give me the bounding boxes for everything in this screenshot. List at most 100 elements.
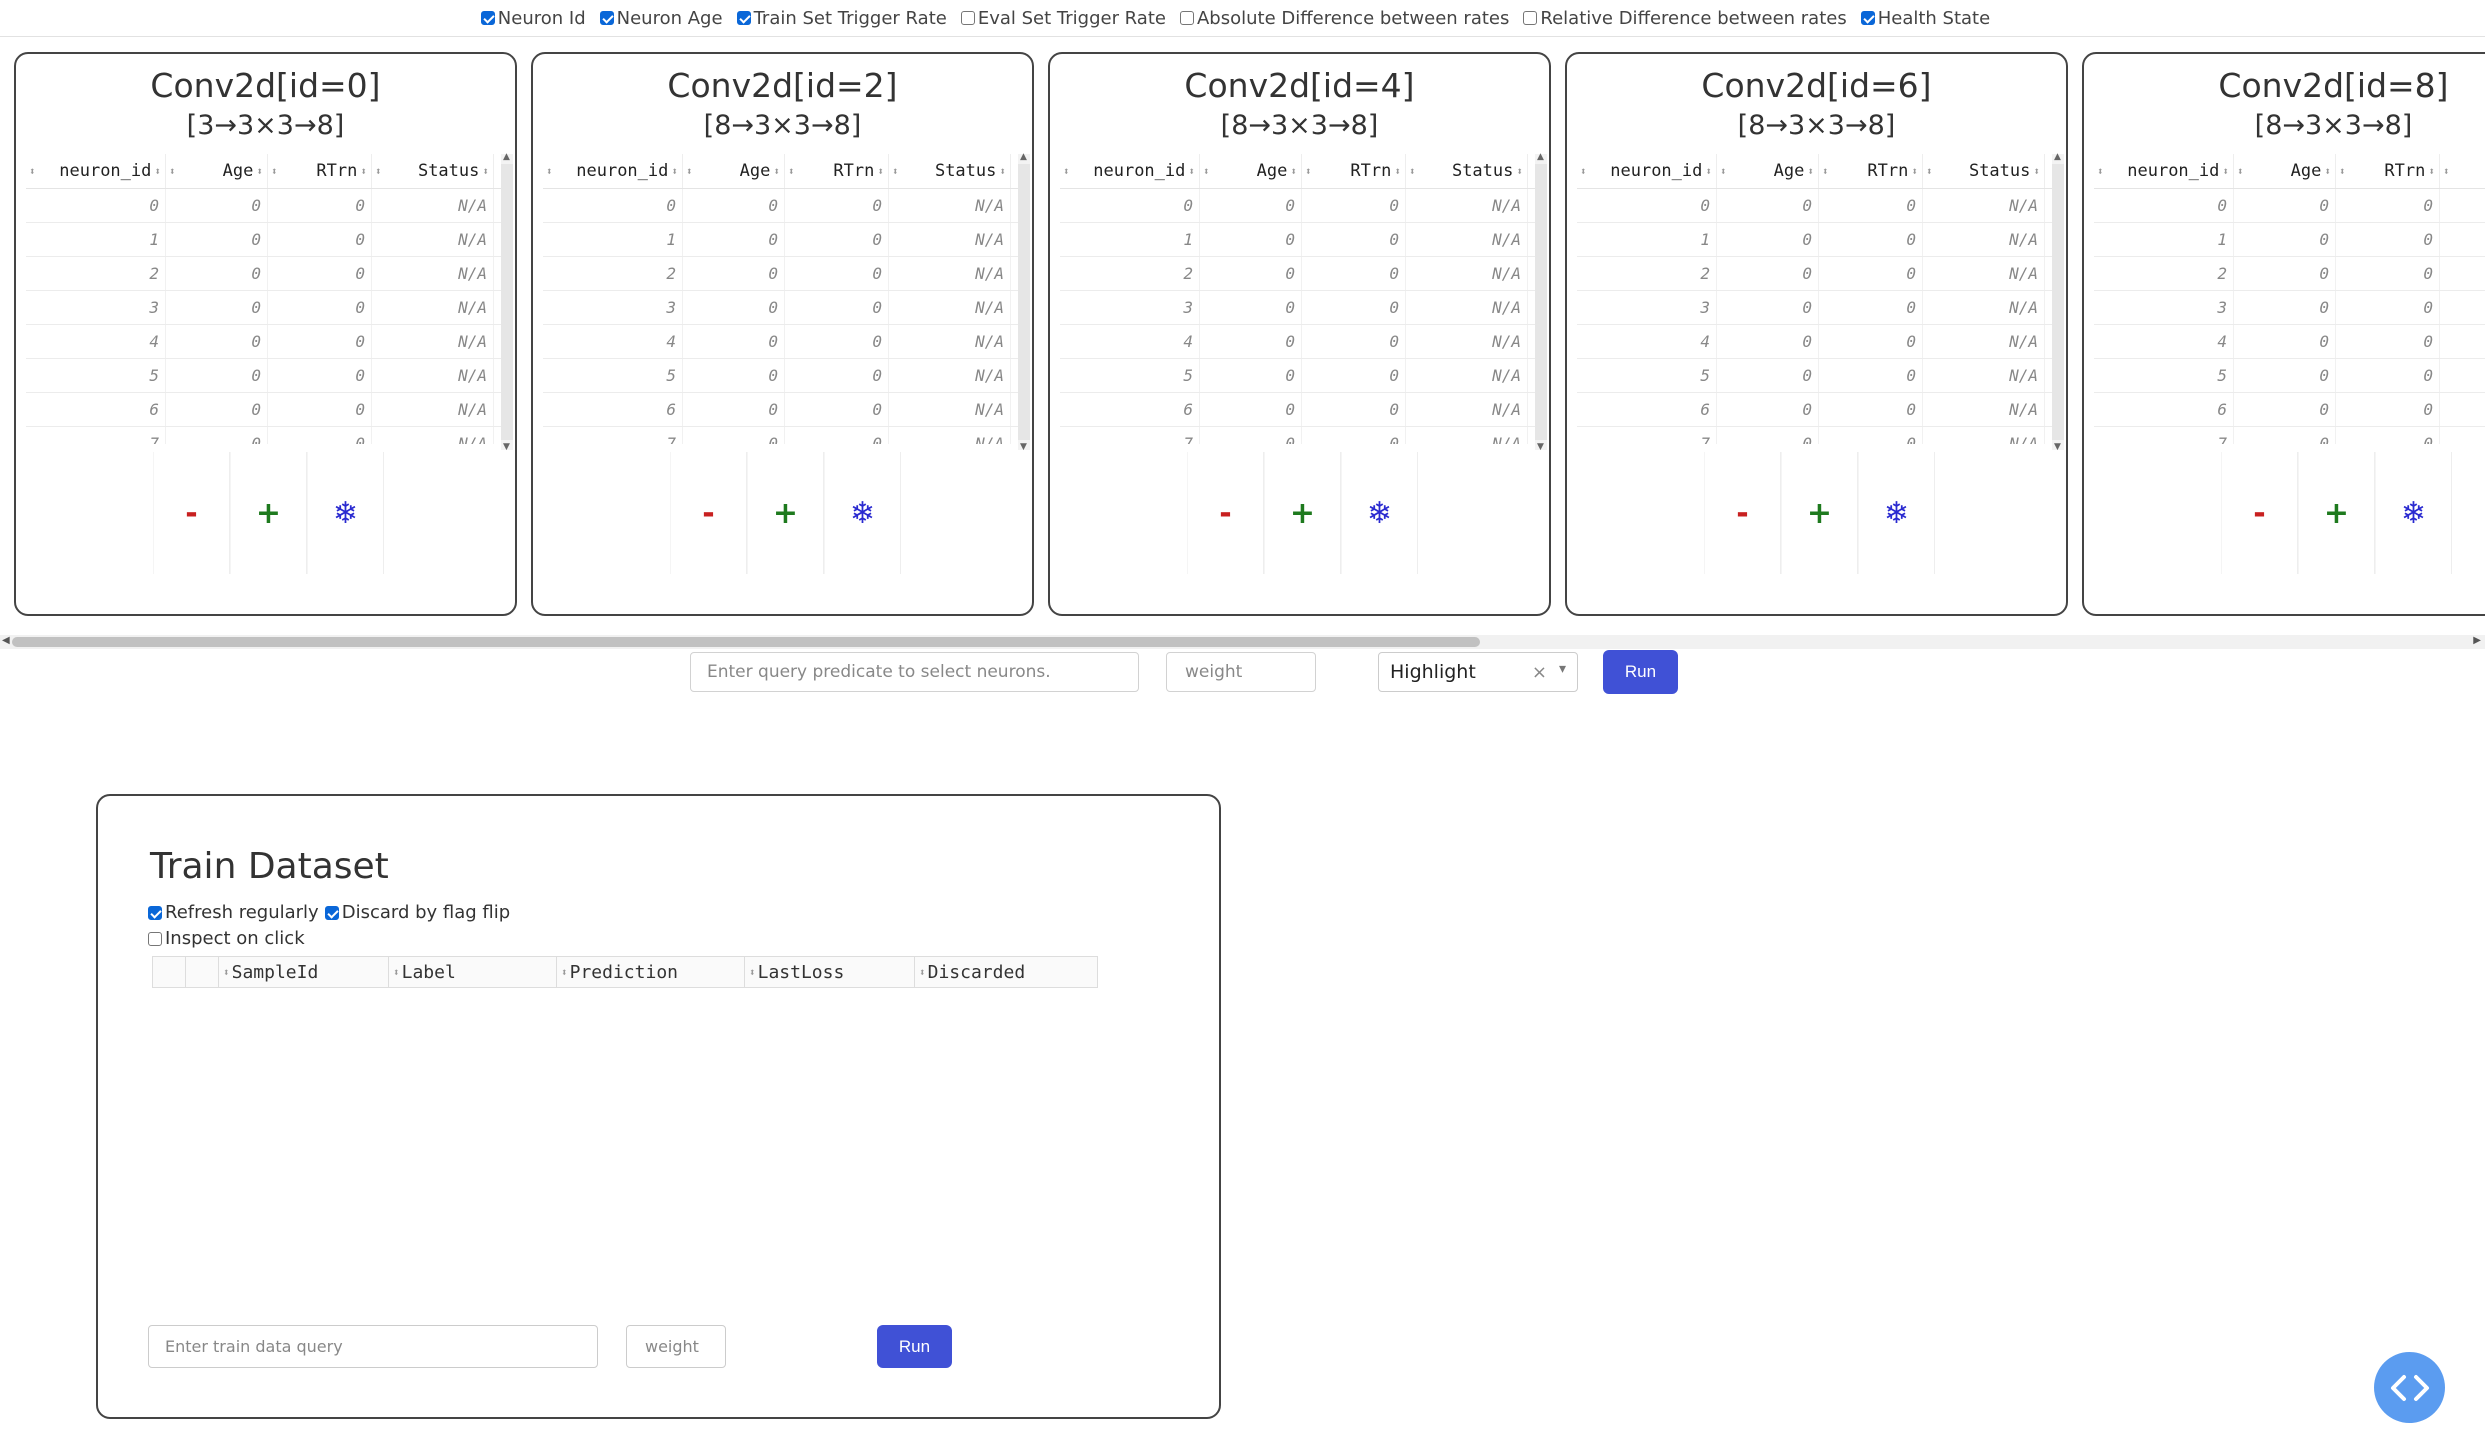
neuron-col-status[interactable]: ⬍Status⬍ [1923, 154, 2045, 188]
train-col-discarded[interactable]: ⬍ Discarded [915, 957, 1097, 987]
remove-neuron-button[interactable]: - [2221, 452, 2298, 574]
sort-icon[interactable]: ⬍ [2339, 165, 2346, 178]
freeze-icon[interactable]: ❄ [2375, 452, 2452, 574]
train-col-label[interactable]: ⬍ Label [389, 957, 557, 987]
neuron-col-rtrn[interactable]: ⬍ RTrn ⬍ [268, 154, 372, 188]
sort-icon[interactable]: ⬍ [223, 966, 230, 979]
table-row[interactable]: 600N/A [1577, 393, 2057, 427]
neuron-table-scrollbar[interactable]: ▲ ▼ [1018, 152, 1030, 452]
neuron-col-neuron-id[interactable]: ⬍ neuron_id ⬍ [1060, 154, 1200, 188]
sort-icon[interactable]: ⬍ [561, 966, 568, 979]
neuron-query-input[interactable] [690, 652, 1139, 692]
table-row[interactable]: 700N/A [543, 427, 1023, 444]
sort-icon[interactable]: ⬍ [2324, 166, 2331, 177]
table-row[interactable]: 000N/A [26, 189, 506, 223]
table-row[interactable]: 200N/A [543, 257, 1023, 291]
table-row[interactable]: 200N/A [1577, 257, 2057, 291]
scrollbar-thumb[interactable] [12, 637, 1480, 647]
scroll-down-arrow-icon[interactable]: ▼ [1537, 442, 1544, 452]
table-row[interactable]: 100N/A [1060, 223, 1540, 257]
table-row[interactable]: 400N/A [1060, 325, 1540, 359]
remove-neuron-button[interactable]: - [670, 452, 747, 574]
scroll-up-arrow-icon[interactable]: ▲ [2054, 152, 2061, 162]
table-row[interactable]: 700N/A [2094, 427, 2485, 444]
sort-icon[interactable]: ⬍ [1409, 165, 1416, 178]
toggle-eval-trigger-rate[interactable]: Eval Set Trigger Rate [960, 8, 1166, 29]
sort-icon[interactable]: ⬍ [1516, 166, 1523, 177]
remove-neuron-button[interactable]: - [1704, 452, 1781, 574]
train-table-select-col[interactable] [153, 957, 186, 987]
table-row[interactable]: 000N/A [2094, 189, 2485, 223]
neuron-col-age[interactable]: ⬍ Age ⬍ [1717, 154, 1819, 188]
sort-icon[interactable]: ⬍ [1926, 165, 1933, 178]
table-row[interactable]: 100N/A [2094, 223, 2485, 257]
sort-icon[interactable]: ⬍ [877, 166, 884, 177]
sort-icon[interactable]: ⬍ [2237, 165, 2244, 178]
sort-icon[interactable]: ⬍ [2428, 166, 2435, 177]
sort-icon[interactable]: ⬍ [1705, 166, 1712, 177]
table-row[interactable]: 400N/A [2094, 325, 2485, 359]
checkbox-abs-diff[interactable] [1179, 11, 1194, 25]
scroll-down-arrow-icon[interactable]: ▼ [503, 442, 510, 452]
table-row[interactable]: 300N/A [1577, 291, 2057, 325]
sort-icon[interactable]: ⬍ [2222, 166, 2229, 177]
table-row[interactable]: 000N/A [1060, 189, 1540, 223]
sort-icon[interactable]: ⬍ [29, 165, 36, 178]
discard-by-flag-flip-checkbox[interactable] [324, 905, 339, 920]
sort-icon[interactable]: ⬍ [1203, 165, 1210, 178]
table-row[interactable]: 600N/A [2094, 393, 2485, 427]
neuron-col-status[interactable]: ⬍Status⬍ [372, 154, 494, 188]
table-row[interactable]: 400N/A [26, 325, 506, 359]
sort-icon[interactable]: ⬍ [749, 966, 756, 979]
sort-icon[interactable]: ⬍ [2033, 166, 2040, 177]
freeze-icon[interactable]: ❄ [1858, 452, 1935, 574]
train-col-lastloss[interactable]: ⬍ LastLoss [745, 957, 915, 987]
toggle-health-state[interactable]: Health State [1860, 8, 1990, 29]
freeze-icon[interactable]: ❄ [307, 452, 384, 574]
table-row[interactable]: 000N/A [1577, 189, 2057, 223]
neuron-col-age[interactable]: ⬍ Age ⬍ [683, 154, 785, 188]
discard-by-flag-flip-toggle[interactable]: Discard by flag flip [324, 902, 510, 923]
checkbox-eval-trigger-rate[interactable] [960, 11, 975, 25]
table-row[interactable]: 500N/A [543, 359, 1023, 393]
toggle-neuron-id[interactable]: Neuron Id [480, 8, 586, 29]
sort-icon[interactable]: ⬍ [919, 966, 926, 979]
checkbox-train-trigger-rate[interactable] [736, 11, 751, 25]
sort-icon[interactable]: ⬍ [256, 166, 263, 177]
sort-icon[interactable]: ⬍ [1290, 166, 1297, 177]
sort-icon[interactable]: ⬍ [892, 165, 899, 178]
neuron-col-neuron-id[interactable]: ⬍ neuron_id ⬍ [543, 154, 683, 188]
sort-icon[interactable]: ⬍ [999, 166, 1006, 177]
neuron-col-rtrn[interactable]: ⬍ RTrn ⬍ [2336, 154, 2440, 188]
table-row[interactable]: 300N/A [543, 291, 1023, 325]
scroll-down-arrow-icon[interactable]: ▼ [1020, 442, 1027, 452]
scrollbar-track[interactable] [1535, 164, 1547, 440]
scroll-right-arrow-icon[interactable]: ▶ [2473, 635, 2481, 646]
table-row[interactable]: 700N/A [26, 427, 506, 444]
code-toggle-button[interactable] [2374, 1352, 2445, 1423]
train-data-query-input[interactable] [148, 1325, 598, 1368]
inspect-on-click-checkbox[interactable] [148, 931, 162, 946]
table-row[interactable]: 600N/A [1060, 393, 1540, 427]
refresh-regularly-checkbox[interactable] [148, 905, 162, 920]
inspect-on-click-toggle[interactable]: Inspect on click [148, 928, 305, 949]
sort-icon[interactable]: ⬍ [2443, 165, 2450, 178]
train-data-weight-input[interactable] [626, 1325, 726, 1368]
table-row[interactable]: 400N/A [1577, 325, 2057, 359]
train-col-sampleid[interactable]: ⬍ SampleId [219, 957, 389, 987]
neuron-table-scrollbar[interactable]: ▲ ▼ [1535, 152, 1547, 452]
sort-icon[interactable]: ⬍ [1305, 165, 1312, 178]
add-neuron-button[interactable]: + [1264, 452, 1341, 574]
add-neuron-button[interactable]: + [230, 452, 307, 574]
sort-icon[interactable]: ⬍ [375, 165, 382, 178]
table-row[interactable]: 600N/A [543, 393, 1023, 427]
neuron-col-rtrn[interactable]: ⬍ RTrn ⬍ [1302, 154, 1406, 188]
neuron-col-status[interactable]: ⬍Status⬍ [1406, 154, 1528, 188]
chevron-down-icon[interactable]: ▾ [1559, 661, 1566, 677]
table-row[interactable]: 100N/A [26, 223, 506, 257]
neuron-col-status[interactable]: ⬍Status⬍ [2440, 154, 2485, 188]
checkbox-neuron-id[interactable] [480, 11, 495, 25]
sort-icon[interactable]: ⬍ [1063, 165, 1070, 178]
sort-icon[interactable]: ⬍ [482, 166, 489, 177]
table-row[interactable]: 300N/A [26, 291, 506, 325]
